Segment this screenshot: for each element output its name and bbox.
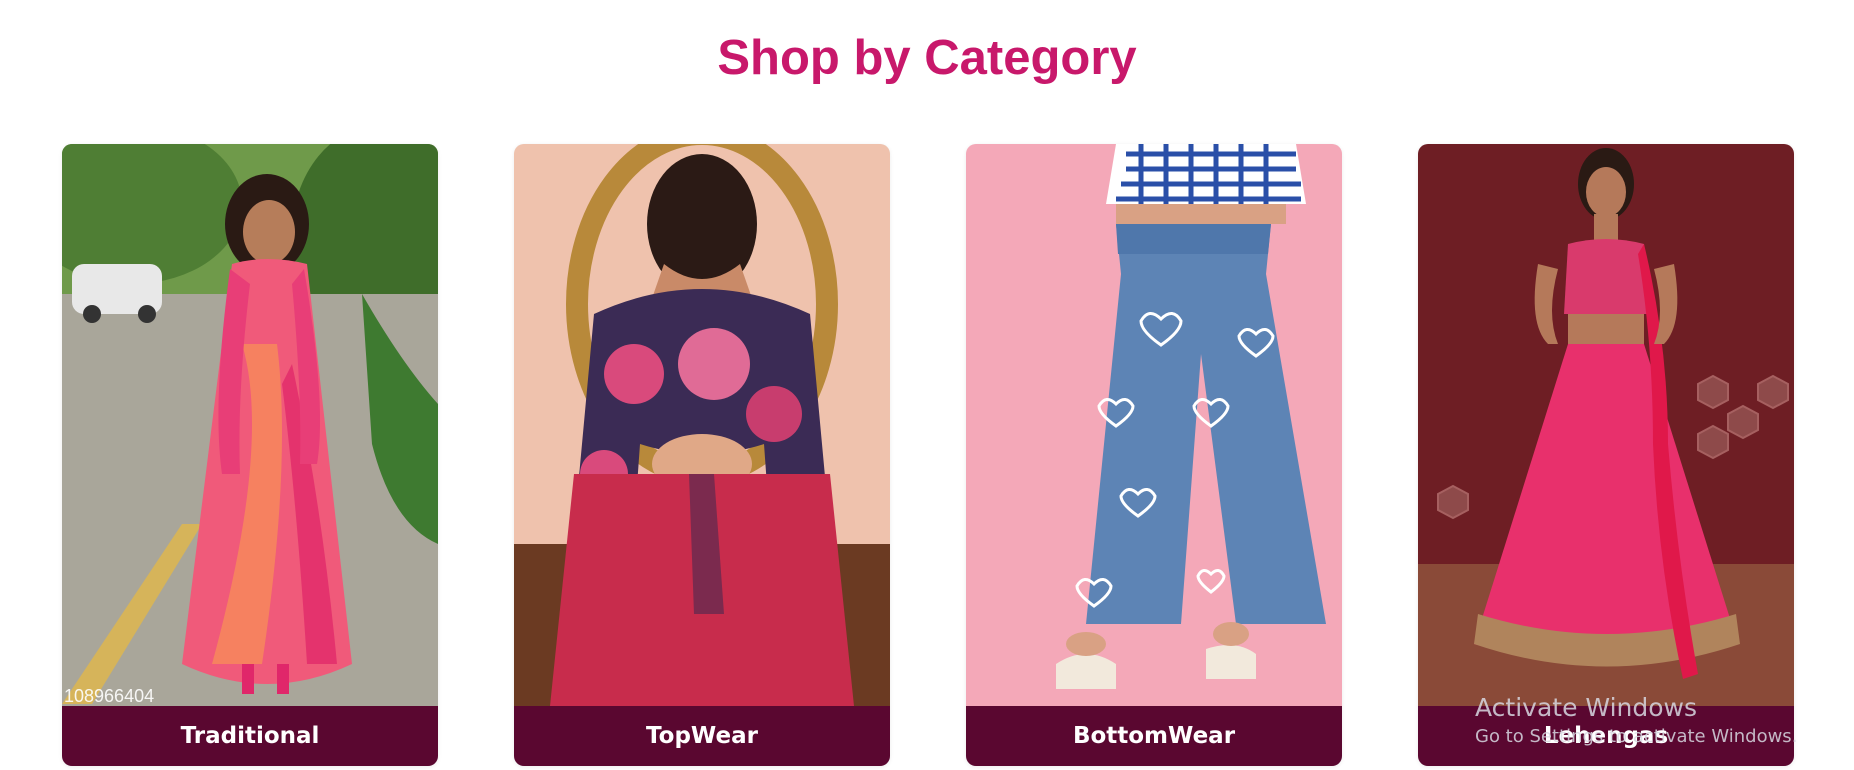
lehengas-product-image [1418, 144, 1794, 706]
category-card-bottomwear[interactable]: BottomWear [966, 144, 1342, 766]
category-label-bottomwear: BottomWear [966, 706, 1342, 766]
category-card-topwear[interactable]: TopWear [514, 144, 890, 766]
topwear-product-image [514, 144, 890, 706]
category-label-lehengas: Lehengas [1418, 706, 1794, 766]
section-title: Shop by Category [717, 31, 1137, 85]
bottomwear-product-image [966, 144, 1342, 706]
category-card-lehengas[interactable]: Lehengas [1418, 144, 1794, 766]
category-card-traditional[interactable]: 108966404 Traditional [62, 144, 438, 766]
category-label-traditional: Traditional [62, 706, 438, 766]
traditional-product-image [62, 144, 438, 706]
category-label-topwear: TopWear [514, 706, 890, 766]
image-id-overlay: 108966404 [64, 686, 155, 706]
